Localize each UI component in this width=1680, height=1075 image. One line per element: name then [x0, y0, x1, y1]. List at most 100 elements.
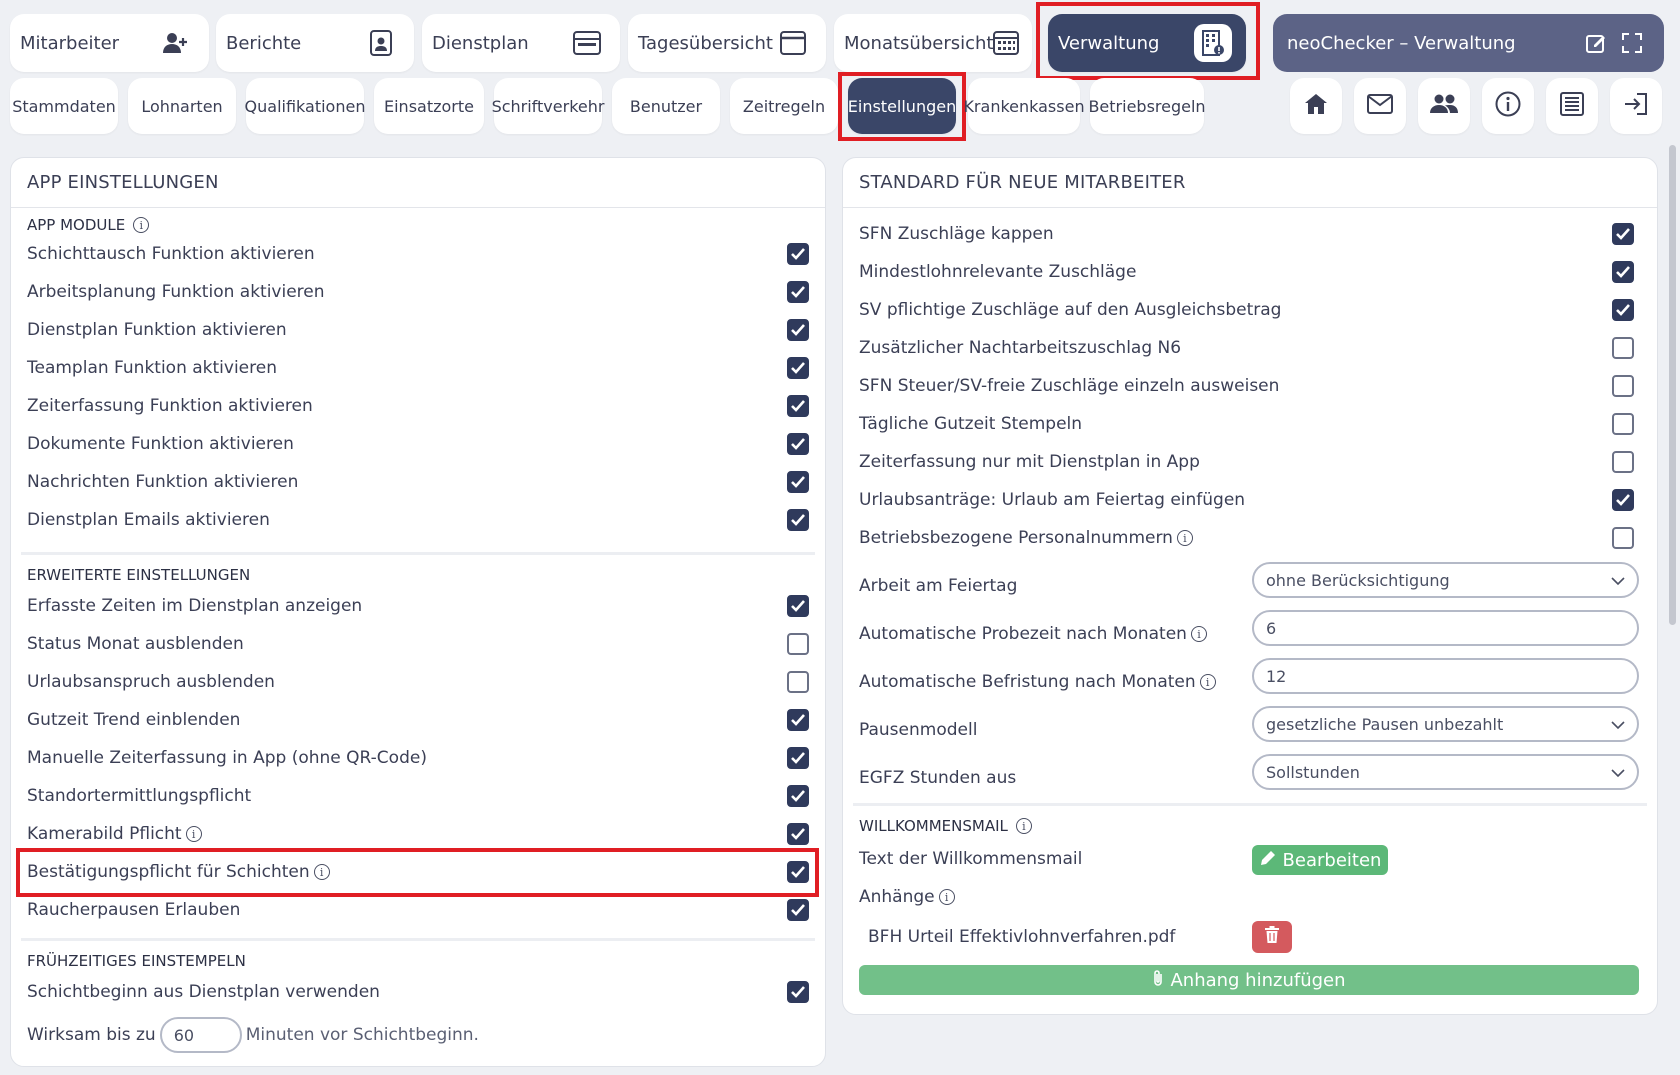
setting-row: Gutzeit Trend einblenden: [27, 704, 809, 736]
info-icon[interactable]: i: [185, 826, 202, 842]
tab-benutzer[interactable]: Benutzer: [612, 78, 720, 134]
tab-label: Qualifikationen: [244, 96, 366, 116]
fixed-term-months-input[interactable]: 12: [1252, 658, 1639, 694]
attachment-file[interactable]: BFH Urteil Effektivlohnverfahren.pdf: [868, 922, 1175, 952]
field-label: Automatische Befristung nach Monaten i: [859, 664, 1216, 700]
tab-zeitregeln[interactable]: Zeitregeln: [730, 78, 838, 134]
checkbox[interactable]: [787, 785, 809, 807]
home-button[interactable]: [1290, 78, 1342, 134]
effective-row: Wirksam bis zu 60 Minuten vor Schichtbeg…: [27, 1016, 809, 1054]
setting-label: SFN Steuer/SV-freie Zuschläge einzeln au…: [859, 376, 1280, 396]
fullscreen-icon[interactable]: [1614, 25, 1650, 61]
logout-icon: [1624, 93, 1648, 119]
checkbox[interactable]: [787, 899, 809, 921]
tab-label: Betriebsregeln: [1088, 96, 1206, 116]
schedule-icon: [568, 24, 606, 62]
field-label-text: Automatische Probezeit nach Monaten: [859, 624, 1187, 644]
setting-row: Erfasste Zeiten im Dienstplan anzeigen: [27, 590, 809, 622]
egfz-hours-select[interactable]: Sollstunden: [1252, 754, 1639, 790]
checkbox[interactable]: [787, 861, 809, 883]
checkbox[interactable]: [787, 243, 809, 265]
document-button[interactable]: [1546, 78, 1598, 134]
calendar-day-icon: [774, 24, 812, 62]
info-icon[interactable]: i: [1176, 530, 1193, 546]
tab-qualifikationen[interactable]: Qualifikationen: [244, 78, 366, 134]
tab-einstellungen[interactable]: Einstellungen: [848, 78, 956, 134]
setting-row: Kamerabild Pflicht i: [27, 818, 809, 850]
nav-verwaltung[interactable]: Verwaltung: [1048, 14, 1246, 72]
tab-schriftverkehr[interactable]: Schriftverkehr: [492, 78, 604, 134]
checkbox[interactable]: [1612, 337, 1634, 359]
delete-attachment-button[interactable]: [1252, 921, 1292, 953]
break-model-select[interactable]: gesetzliche Pausen unbezahlt: [1252, 706, 1639, 742]
checkbox[interactable]: [787, 595, 809, 617]
default-row: SV pflichtige Zuschläge auf den Ausgleic…: [859, 294, 1634, 326]
info-icon[interactable]: i: [133, 217, 150, 233]
checkbox[interactable]: [1612, 223, 1634, 245]
tab-lohnarten[interactable]: Lohnarten: [128, 78, 236, 134]
checkbox[interactable]: [787, 319, 809, 341]
document-icon: [1560, 92, 1584, 120]
pencil-icon: [1259, 849, 1277, 872]
setting-label: Teamplan Funktion aktivieren: [27, 358, 277, 378]
select-value: ohne Berücksichtigung: [1266, 570, 1450, 590]
mail-button[interactable]: [1354, 78, 1406, 134]
nav-label: Dienstplan: [432, 32, 529, 54]
checkbox[interactable]: [1612, 413, 1634, 435]
tab-stammdaten[interactable]: Stammdaten: [10, 78, 118, 134]
checkbox[interactable]: [787, 433, 809, 455]
tab-krankenkassen[interactable]: Krankenkassen: [963, 78, 1085, 134]
field-label-text: Pausenmodell: [859, 720, 978, 740]
checkbox[interactable]: [1612, 451, 1634, 473]
checkbox[interactable]: [787, 395, 809, 417]
info-button[interactable]: [1482, 78, 1534, 134]
users-button[interactable]: [1418, 78, 1470, 134]
nav-tagesuebersicht[interactable]: Tagesübersicht: [628, 14, 826, 72]
info-icon[interactable]: i: [1199, 674, 1216, 690]
checkbox[interactable]: [787, 709, 809, 731]
info-icon[interactable]: i: [938, 889, 955, 905]
setting-row: Arbeitsplanung Funktion aktivieren: [27, 276, 809, 308]
tab-betriebsregeln[interactable]: Betriebsregeln: [1088, 78, 1206, 134]
tab-einsatzorte[interactable]: Einsatzorte: [374, 78, 484, 134]
scrollbar[interactable]: [1669, 145, 1676, 625]
setting-row: Raucherpausen Erlauben: [27, 894, 809, 926]
checkbox[interactable]: [1612, 299, 1634, 321]
info-icon[interactable]: i: [1190, 626, 1207, 642]
checkbox[interactable]: [1612, 527, 1634, 549]
section-app-modules: APP MODULE i: [27, 216, 150, 234]
tab-label: Stammdaten: [12, 96, 116, 116]
user-plus-icon: [157, 24, 195, 62]
checkbox[interactable]: [1612, 489, 1634, 511]
setting-label: SV pflichtige Zuschläge auf den Ausgleic…: [859, 300, 1282, 320]
checkbox[interactable]: [787, 633, 809, 655]
holiday-work-select[interactable]: ohne Berücksichtigung: [1252, 562, 1639, 598]
add-attachment-button[interactable]: Anhang hinzufügen: [859, 965, 1639, 995]
info-icon[interactable]: i: [313, 864, 330, 880]
checkbox[interactable]: [787, 823, 809, 845]
probation-months-input[interactable]: 6: [1252, 610, 1639, 646]
checkbox[interactable]: [787, 671, 809, 693]
nav-monatsuebersicht[interactable]: Monatsübersicht: [834, 14, 1032, 72]
checkbox[interactable]: [787, 509, 809, 531]
checkbox[interactable]: [787, 747, 809, 769]
nav-berichte[interactable]: Berichte: [216, 14, 414, 72]
select-value: gesetzliche Pausen unbezahlt: [1266, 714, 1504, 734]
attachments-label: Anhänge i: [859, 883, 955, 911]
setting-label-wrap: Bestätigungspflicht für Schichten i: [27, 862, 330, 882]
checkbox[interactable]: [1612, 261, 1634, 283]
checkbox[interactable]: [787, 981, 809, 1003]
effective-suffix: Minuten vor Schichtbeginn.: [245, 1025, 479, 1045]
edit-icon[interactable]: [1578, 25, 1614, 61]
info-icon[interactable]: i: [1015, 818, 1032, 834]
setting-row: Manuelle Zeiterfassung in App (ohne QR-C…: [27, 742, 809, 774]
checkbox[interactable]: [787, 281, 809, 303]
logout-button[interactable]: [1610, 78, 1662, 134]
edit-welcome-button[interactable]: Bearbeiten: [1252, 845, 1388, 875]
minutes-input[interactable]: 60: [159, 1017, 242, 1053]
checkbox[interactable]: [1612, 375, 1634, 397]
nav-dienstplan[interactable]: Dienstplan: [422, 14, 620, 72]
nav-mitarbeiter[interactable]: Mitarbeiter: [10, 14, 209, 72]
checkbox[interactable]: [787, 471, 809, 493]
checkbox[interactable]: [787, 357, 809, 379]
